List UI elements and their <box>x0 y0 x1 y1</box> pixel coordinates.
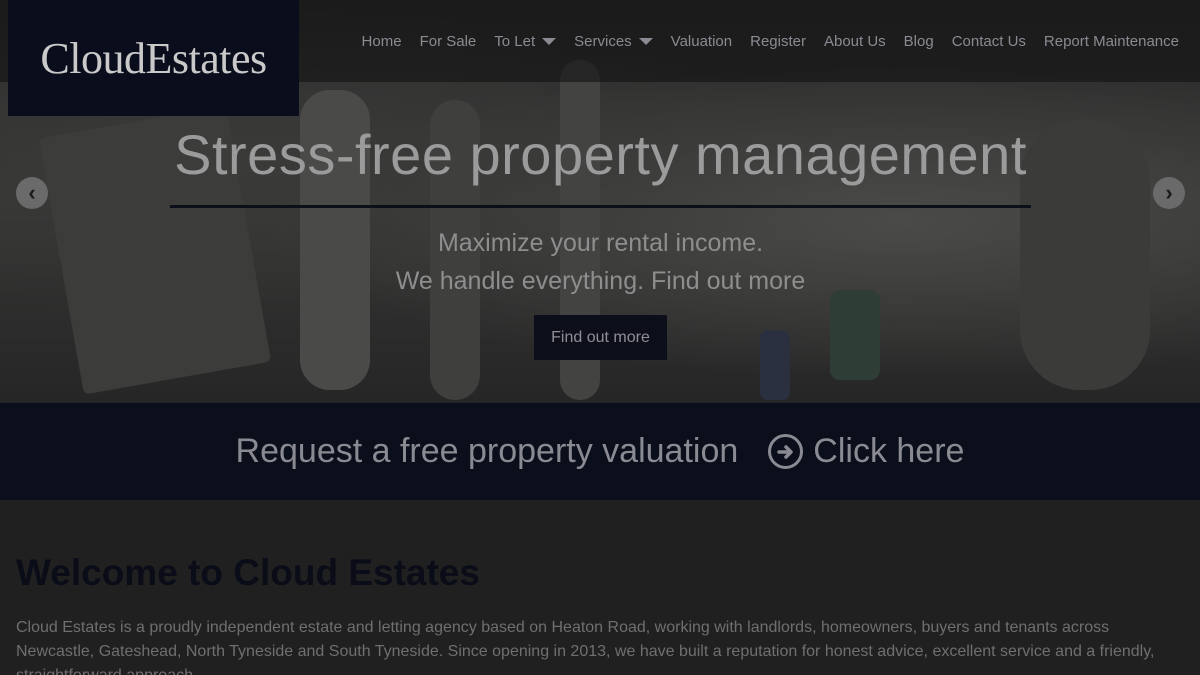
hero-divider <box>170 205 1031 208</box>
nav-valuation[interactable]: Valuation <box>662 33 741 50</box>
hero-subtitle-line-2: We handle everything. Find out more <box>395 267 806 295</box>
nav-label: Valuation <box>670 32 733 50</box>
slider-prev-button[interactable]: ‹ <box>16 177 48 209</box>
find-out-more-button[interactable]: Find out more <box>534 315 667 360</box>
valuation-banner-text: Request a free property valuation <box>235 432 739 470</box>
nav-contact-us[interactable]: Contact Us <box>943 33 1035 50</box>
nav-services[interactable]: Services <box>565 33 662 50</box>
circle-arrow-right-icon <box>768 434 804 469</box>
nav-label: Contact Us <box>951 32 1026 50</box>
nav-blog[interactable]: Blog <box>895 33 943 50</box>
main-content: Welcome to Cloud Estates Cloud Estates i… <box>0 500 1200 675</box>
chevron-right-icon: › <box>1165 180 1173 205</box>
intro-paragraph: Cloud Estates is a proudly independent e… <box>16 619 1155 675</box>
nav-to-let[interactable]: To Let <box>485 33 565 50</box>
nav-home[interactable]: Home <box>353 33 411 50</box>
chevron-down-icon <box>638 37 653 45</box>
hero-subtitle: Maximize your rental income. We handle e… <box>170 224 1031 300</box>
slider-next-button[interactable]: › <box>1153 177 1185 209</box>
welcome-heading: Welcome to Cloud Estates <box>16 552 480 593</box>
hero-title: Stress-free property management <box>174 123 1027 186</box>
hero-tag-shape <box>830 290 880 380</box>
nav-label: Blog <box>903 32 934 50</box>
nav-label: Services <box>574 32 632 50</box>
nav-label: To Let <box>494 32 536 50</box>
nav-label: Register <box>750 32 806 50</box>
chevron-left-icon: ‹ <box>28 180 36 205</box>
chevron-down-icon <box>542 37 557 45</box>
site-logo[interactable]: CloudEstates <box>8 0 299 116</box>
click-here-link[interactable]: Click here <box>768 432 964 471</box>
logo-text: CloudEstates <box>40 33 267 83</box>
hero-subtitle-line-1: Maximize your rental income. <box>437 229 764 257</box>
hero-key-shape <box>1020 120 1150 390</box>
nav-label: Report Maintenance <box>1043 32 1179 50</box>
main-nav: Home For Sale To Let Services Valuation … <box>353 0 1188 82</box>
nav-label: Home <box>361 32 402 50</box>
click-here-label: Click here <box>813 432 965 470</box>
nav-label: About Us <box>823 32 886 50</box>
nav-label: For Sale <box>419 32 477 50</box>
nav-about-us[interactable]: About Us <box>815 33 895 50</box>
hero-tag-shape <box>760 330 790 400</box>
nav-report-maintenance[interactable]: Report Maintenance <box>1035 33 1188 50</box>
nav-register[interactable]: Register <box>741 33 815 50</box>
nav-for-sale[interactable]: For Sale <box>411 33 486 50</box>
valuation-banner: Request a free property valuation Click … <box>0 403 1200 500</box>
